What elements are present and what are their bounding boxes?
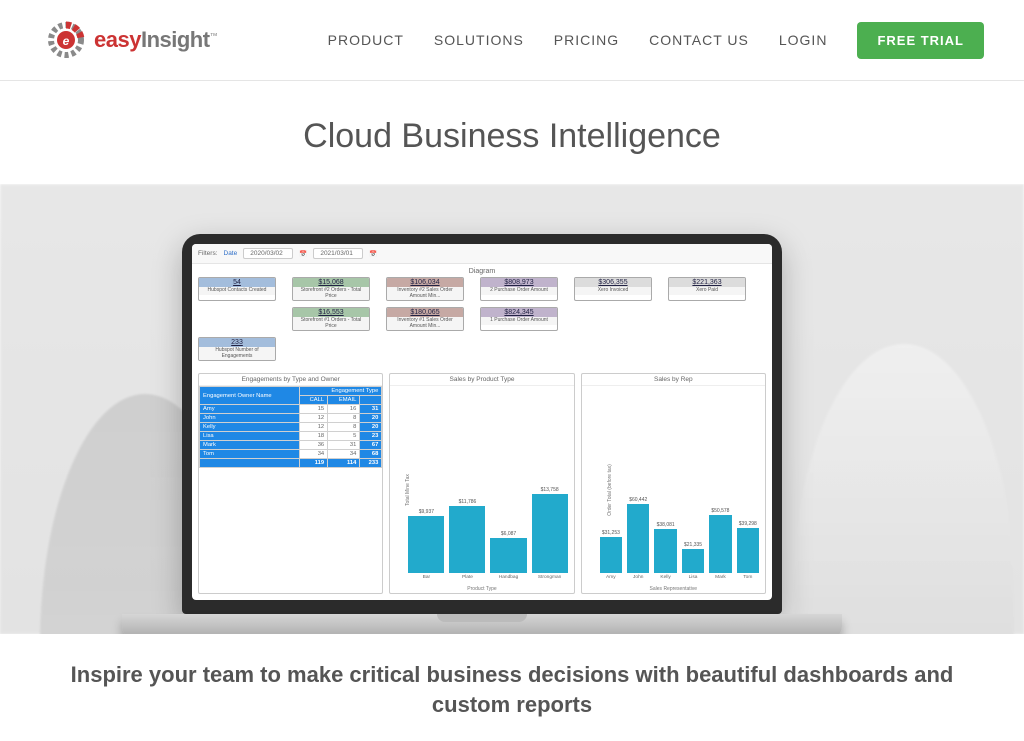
chart-xlabel: Product Type: [390, 586, 573, 592]
dashboard-screenshot: Filters: Date 2020/03/02 📅 2021/03/01 📅 …: [192, 244, 772, 600]
chart-bar: $6,087 Handbag: [490, 531, 526, 579]
chart-bar: $38,081 Kelly: [654, 522, 676, 579]
hero-stage: Filters: Date 2020/03/02 📅 2021/03/01 📅 …: [0, 184, 1024, 634]
filter-field: Date: [224, 250, 238, 257]
sales-by-product-chart: Total Mine Tax Product Type $9,937 Bar $…: [390, 386, 573, 593]
hero-title: Cloud Business Intelligence: [0, 81, 1024, 184]
panel-engagements: Engagements by Type and Owner Engagement…: [198, 373, 383, 594]
site-logo[interactable]: e easyInsight™: [44, 18, 217, 62]
nav-product[interactable]: PRODUCT: [328, 32, 404, 48]
panel-sales-product-title: Sales by Product Type: [390, 374, 573, 386]
chart-bar: $9,937 Bar: [408, 509, 444, 579]
chart-bar: $39,298 Tom: [737, 521, 759, 579]
svg-text:e: e: [63, 34, 70, 48]
nav-solutions[interactable]: SOLUTIONS: [434, 32, 524, 48]
logo-icon: e: [44, 18, 88, 62]
laptop-mockup: Filters: Date 2020/03/02 📅 2021/03/01 📅 …: [182, 234, 842, 634]
filter-bar: Filters: Date 2020/03/02 📅 2021/03/01 📅: [192, 244, 772, 264]
panel-sales-by-rep: Sales by Rep Order Total (before tax) Sa…: [581, 373, 766, 594]
diagram-node[interactable]: $306,355Xero Invoiced: [574, 277, 652, 301]
chart-bar: $21,335 Lisa: [682, 542, 704, 579]
calendar-icon[interactable]: 📅: [299, 250, 307, 258]
hero-subheadline: Inspire your team to make critical busin…: [0, 634, 1024, 719]
calendar-icon[interactable]: 📅: [369, 250, 377, 258]
main-nav: PRODUCT SOLUTIONS PRICING CONTACT US LOG…: [328, 22, 984, 59]
diagram-node[interactable]: 54Hubspot Contacts Created: [198, 277, 276, 301]
engagements-table: Engagement Owner NameEngagement TypeCALL…: [199, 386, 382, 468]
chart-ylabel: Order Total (before tax): [606, 464, 612, 516]
nav-pricing[interactable]: PRICING: [554, 32, 619, 48]
diagram-node[interactable]: $180,065Inventory #1 Sales Order Amount …: [386, 307, 464, 331]
nav-contact[interactable]: CONTACT US: [649, 32, 749, 48]
panel-sales-by-product: Sales by Product Type Total Mine Tax Pro…: [389, 373, 574, 594]
flow-diagram: 54Hubspot Contacts Created $15,068Storefr…: [192, 277, 772, 373]
panel-sales-rep-title: Sales by Rep: [582, 374, 765, 386]
filters-label: Filters:: [198, 250, 218, 257]
diagram-title: Diagram: [192, 264, 772, 277]
nav-login[interactable]: LOGIN: [779, 32, 828, 48]
chart-bar: $31,253 Amy: [600, 530, 622, 579]
diagram-node[interactable]: $16,553Storefront #1 Orders - Total Pric…: [292, 307, 370, 331]
diagram-node[interactable]: 233Hubspot Number of Engagements: [198, 337, 276, 361]
site-header: e easyInsight™ PRODUCT SOLUTIONS PRICING…: [0, 0, 1024, 81]
free-trial-button[interactable]: FREE TRIAL: [857, 22, 984, 59]
panel-engagements-title: Engagements by Type and Owner: [199, 374, 382, 386]
diagram-node[interactable]: $106,034Inventory #2 Sales Order Amount …: [386, 277, 464, 301]
chart-bar: $13,758 Strongman: [532, 487, 568, 579]
filter-date-to[interactable]: 2021/03/01: [313, 248, 363, 259]
filter-date-from[interactable]: 2020/03/02: [243, 248, 293, 259]
diagram-node[interactable]: $221,363Xero Paid: [668, 277, 746, 301]
chart-bar: $60,442 John: [627, 497, 649, 579]
chart-ylabel: Total Mine Tax: [405, 474, 411, 506]
chart-bar: $50,578 Mark: [709, 508, 731, 579]
logo-text: easyInsight™: [94, 27, 217, 53]
chart-xlabel: Sales Representative: [582, 586, 765, 592]
diagram-node[interactable]: $15,068Storefront #2 Orders - Total Pric…: [292, 277, 370, 301]
sales-by-rep-chart: Order Total (before tax) Sales Represent…: [582, 386, 765, 593]
chart-bar: $11,786 Plate: [449, 499, 485, 579]
diagram-node[interactable]: $808,9732 Purchase Order Amount: [480, 277, 558, 301]
diagram-node[interactable]: $824,3451 Purchase Order Amount: [480, 307, 558, 331]
